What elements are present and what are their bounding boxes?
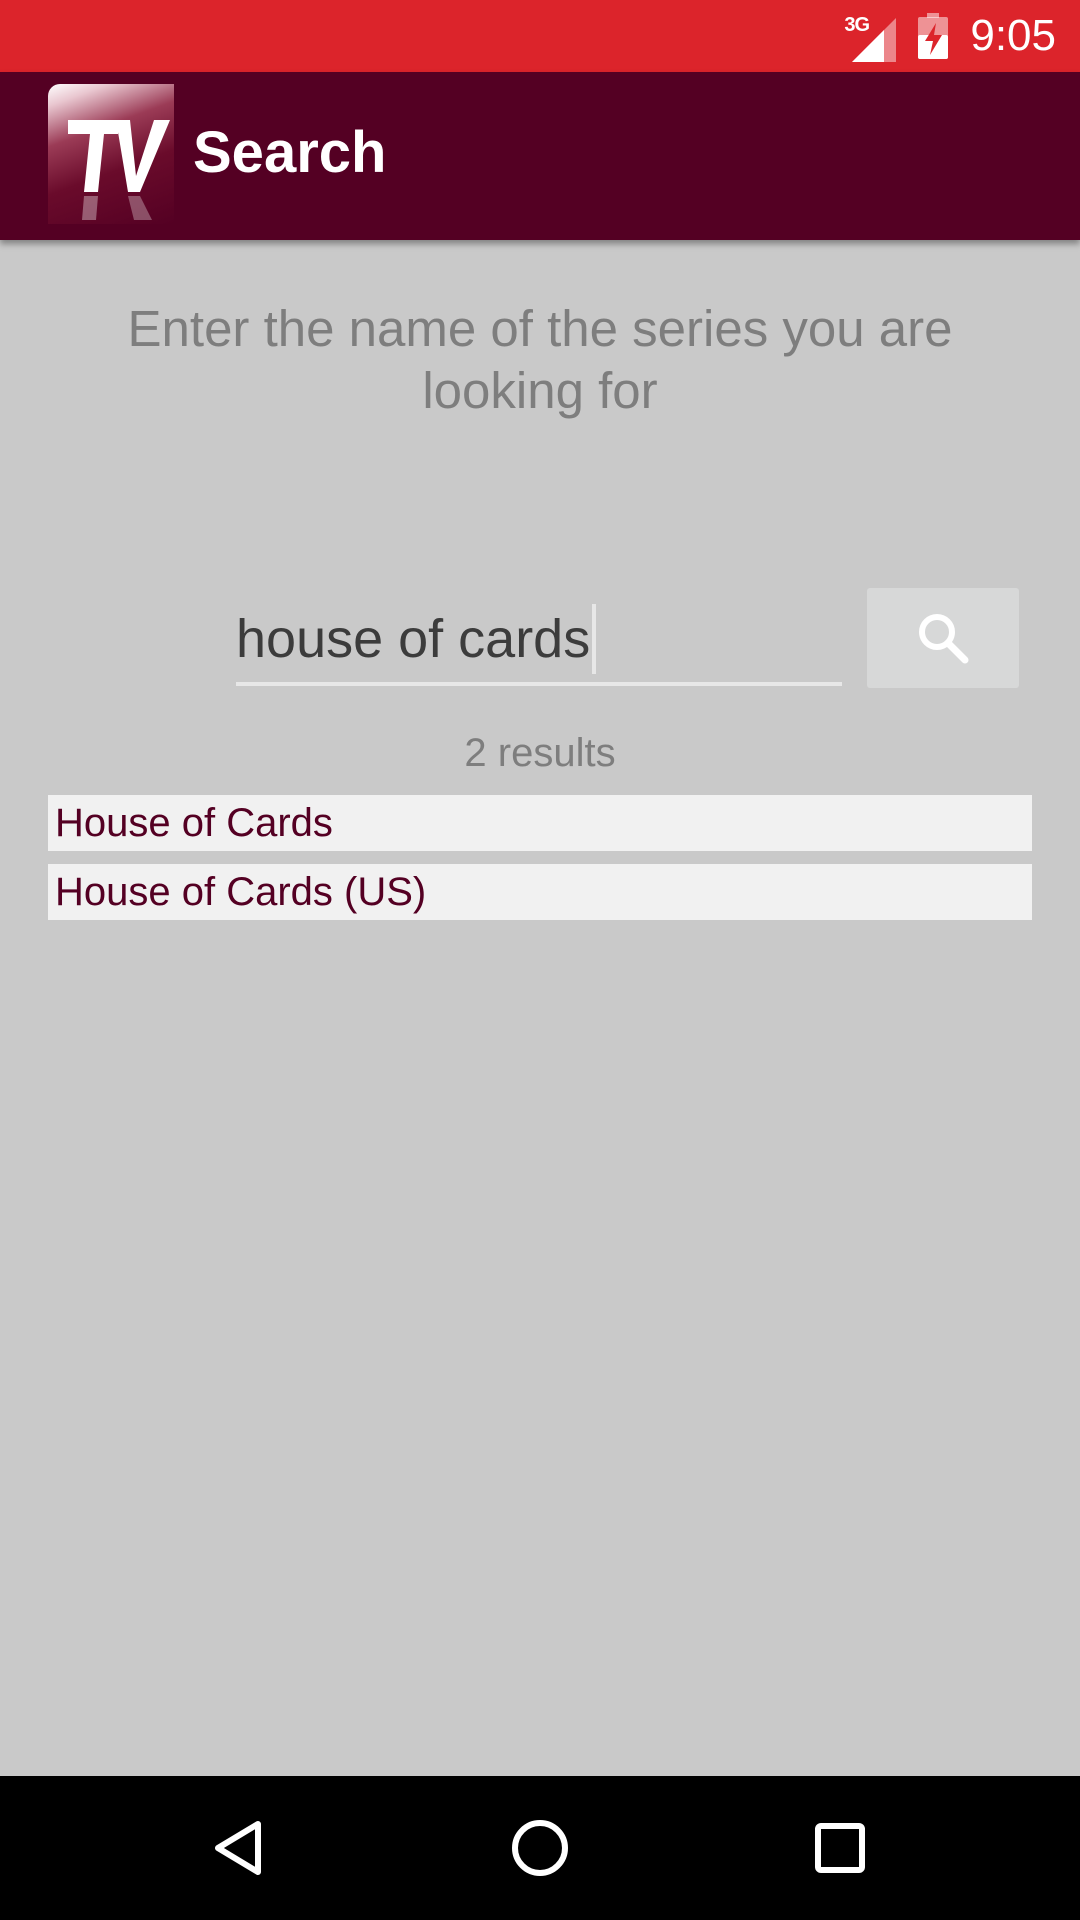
back-icon	[215, 1821, 261, 1875]
navigation-bar	[0, 1776, 1080, 1920]
search-button[interactable]	[867, 588, 1019, 688]
status-icons: 3G 9:05	[844, 0, 1056, 72]
battery-charging-icon	[918, 13, 949, 59]
text-cursor	[592, 604, 597, 674]
search-input[interactable]: house of cards	[236, 596, 842, 686]
back-button[interactable]	[190, 1798, 290, 1898]
search-prompt: Enter the name of the series you are loo…	[127, 300, 953, 419]
network-indicator: 3G	[844, 8, 900, 64]
result-count: 2 results	[464, 731, 616, 775]
clock: 9:05	[970, 11, 1056, 60]
result-item[interactable]: House of Cards	[48, 795, 1032, 851]
recents-icon	[815, 1823, 865, 1873]
recents-button[interactable]	[790, 1798, 890, 1898]
search-input-value[interactable]: house of cards	[236, 612, 590, 666]
home-button[interactable]	[490, 1798, 590, 1898]
signal-icon	[852, 18, 897, 62]
home-icon	[512, 1820, 568, 1876]
page-title: Search	[193, 120, 387, 185]
app-bar: Search	[0, 72, 1080, 240]
result-item[interactable]: House of Cards (US)	[48, 864, 1032, 920]
search-icon	[919, 614, 969, 664]
status-bar: 3G 9:05	[0, 0, 1080, 72]
result-item-label[interactable]: House of Cards (US)	[48, 872, 426, 912]
result-item-label[interactable]: House of Cards	[48, 803, 333, 843]
app-logo	[48, 84, 174, 224]
